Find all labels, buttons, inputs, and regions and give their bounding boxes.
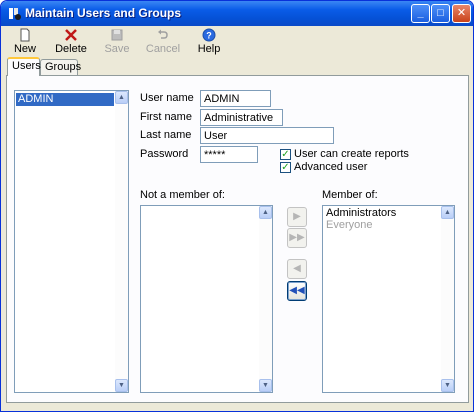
save-label: Save [104,43,130,55]
new-button[interactable]: New [7,28,43,55]
save-disk-icon [111,29,123,41]
can-create-reports-label: User can create reports [294,148,409,160]
scroll-up-icon[interactable]: ▲ [441,206,454,219]
member-of-scrollbar[interactable]: ▲ ▼ [441,206,454,392]
last-name-field[interactable] [200,127,334,144]
user-name-label: User name [140,92,194,104]
tab-groups[interactable]: Groups [40,59,81,76]
advanced-user-label: Advanced user [294,161,368,173]
scroll-up-icon[interactable]: ▲ [259,206,272,219]
password-field[interactable] [200,146,258,163]
save-button[interactable]: Save [99,28,135,55]
remove-group-button[interactable]: ◀ [287,259,307,279]
member-of-label: Member of: [322,189,378,201]
tab-users[interactable]: Users [7,57,41,76]
delete-button[interactable]: Delete [53,28,89,55]
list-item[interactable]: Everyone [324,219,372,232]
remove-all-groups-button[interactable]: ◀◀ [287,281,307,301]
not-member-label: Not a member of: [140,189,225,201]
password-label: Password [140,148,189,160]
scroll-down-icon[interactable]: ▼ [115,379,128,392]
close-button[interactable]: ✕ [452,4,471,23]
users-listbox[interactable]: ADMIN ▲ ▼ [14,90,129,393]
window-title: Maintain Users and Groups [25,6,182,20]
maximize-button[interactable]: □ [431,4,450,23]
new-label: New [13,43,36,55]
user-list-item[interactable]: ADMIN [16,93,114,106]
scroll-up-icon[interactable]: ▲ [115,91,128,104]
user-name-field[interactable] [200,90,271,107]
scroll-down-icon[interactable]: ▼ [441,379,454,392]
minimize-button[interactable]: _ [411,4,430,23]
not-member-listbox[interactable]: ▲ ▼ [140,205,273,393]
users-tab-panel: ADMIN ▲ ▼ User name First name Last name… [6,75,469,403]
delete-x-icon [65,29,77,41]
maintain-users-window: Maintain Users and Groups _ □ ✕ New Dele… [0,0,474,412]
help-label: Help [197,43,221,55]
member-of-listbox[interactable]: Administrators Everyone ▲ ▼ [322,205,455,393]
first-name-label: First name [140,111,192,123]
help-button[interactable]: ? Help [191,28,227,55]
app-icon [9,8,21,20]
can-create-reports-checkbox[interactable]: ✓ [280,149,291,160]
delete-label: Delete [55,43,87,55]
last-name-label: Last name [140,129,192,141]
scroll-down-icon[interactable]: ▼ [259,379,272,392]
advanced-user-checkbox[interactable]: ✓ [280,162,291,173]
new-document-icon [20,28,30,42]
cancel-button[interactable]: Cancel [145,28,181,55]
add-group-button[interactable]: ▶ [287,207,307,227]
help-icon: ? [202,28,216,42]
first-name-field[interactable] [200,109,283,126]
cancel-label: Cancel [145,43,181,55]
title-bar[interactable]: Maintain Users and Groups _ □ ✕ [1,1,473,26]
not-member-scrollbar[interactable]: ▲ ▼ [259,206,272,392]
add-all-groups-button[interactable]: ▶▶ [287,228,307,248]
users-scrollbar[interactable]: ▲ ▼ [115,91,128,392]
svg-text:?: ? [206,31,212,41]
undo-icon [158,29,168,39]
